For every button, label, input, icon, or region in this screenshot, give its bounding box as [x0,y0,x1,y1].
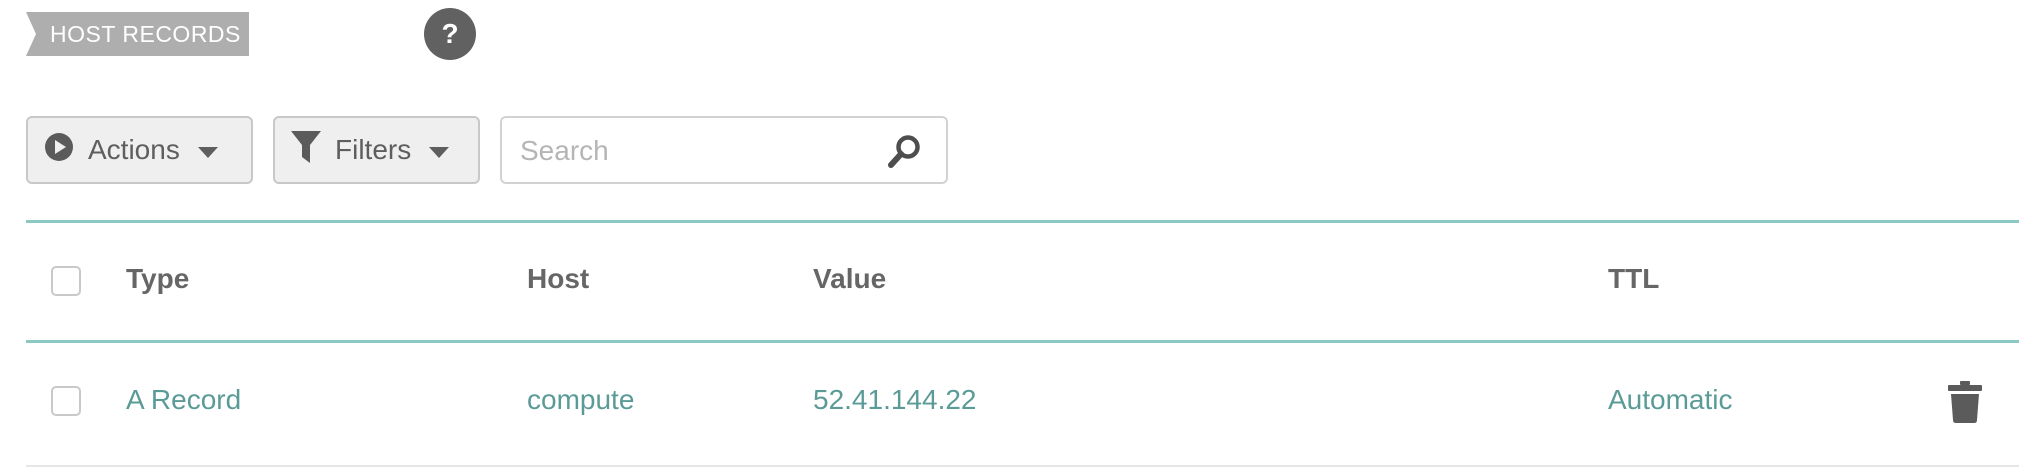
caret-down-icon [197,134,218,166]
help-icon: ? [441,18,459,49]
actions-label: Actions [88,134,180,165]
filters-label: Filters [335,134,412,165]
cell-ttl[interactable]: Automatic [1608,383,1733,417]
magnifier-icon[interactable] [888,134,922,173]
actions-button[interactable]: Actions [26,116,253,184]
cell-host[interactable]: compute [527,383,634,417]
funnel-icon [291,130,321,170]
column-header-value[interactable]: Value [813,262,886,296]
column-header-host[interactable]: Host [527,262,589,296]
caret-down-icon [429,134,450,166]
select-all-checkbox[interactable] [51,266,81,296]
column-header-type[interactable]: Type [126,262,189,296]
filters-button[interactable]: Filters [273,116,480,184]
trash-icon[interactable] [1948,381,1982,428]
help-button[interactable]: ? [424,8,476,60]
cell-type[interactable]: A Record [126,383,241,417]
row-bottom-rule [26,465,2019,467]
row-checkbox[interactable] [51,386,81,416]
search-input[interactable] [518,130,882,172]
section-title: HOST RECORDS [26,12,249,56]
header-bottom-rule [26,340,2019,343]
play-circle-icon [44,132,74,169]
table-top-rule [26,220,2019,223]
column-header-ttl[interactable]: TTL [1608,262,1659,296]
cell-value[interactable]: 52.41.144.22 [813,383,977,417]
search-box [500,116,948,184]
